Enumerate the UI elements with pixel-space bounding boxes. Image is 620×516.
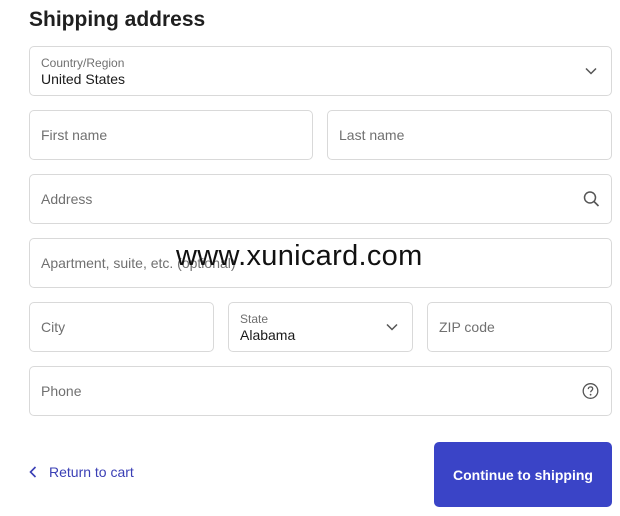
city-field[interactable]: City	[29, 302, 214, 352]
help-icon[interactable]	[582, 383, 599, 400]
search-icon[interactable]	[583, 191, 600, 208]
last-name-field[interactable]: Last name	[327, 110, 612, 160]
return-to-cart-label: Return to cart	[49, 464, 134, 480]
chevron-down-icon	[386, 323, 398, 331]
state-value: Alabama	[240, 327, 296, 343]
country-label: Country/Region	[41, 56, 125, 70]
chevron-left-icon	[29, 466, 37, 478]
zip-placeholder: ZIP code	[439, 319, 495, 335]
first-name-field[interactable]: First name	[29, 110, 313, 160]
zip-field[interactable]: ZIP code	[427, 302, 612, 352]
chevron-down-icon	[585, 67, 597, 75]
address-placeholder: Address	[41, 191, 93, 207]
state-label: State	[240, 312, 269, 326]
watermark-text: www.xunicard.com	[176, 240, 423, 272]
continue-to-shipping-button[interactable]: Continue to shipping	[434, 442, 612, 507]
phone-placeholder: Phone	[41, 383, 82, 399]
phone-field[interactable]: Phone	[29, 366, 612, 416]
country-select[interactable]: Country/Region United States	[29, 46, 612, 96]
city-placeholder: City	[41, 319, 66, 335]
last-name-placeholder: Last name	[339, 127, 405, 143]
country-value: United States	[41, 71, 126, 87]
page-title: Shipping address	[29, 8, 206, 31]
address-field[interactable]: Address	[29, 174, 612, 224]
first-name-placeholder: First name	[41, 127, 108, 143]
return-to-cart-link[interactable]: Return to cart	[29, 464, 134, 480]
state-select[interactable]: State Alabama	[228, 302, 413, 352]
